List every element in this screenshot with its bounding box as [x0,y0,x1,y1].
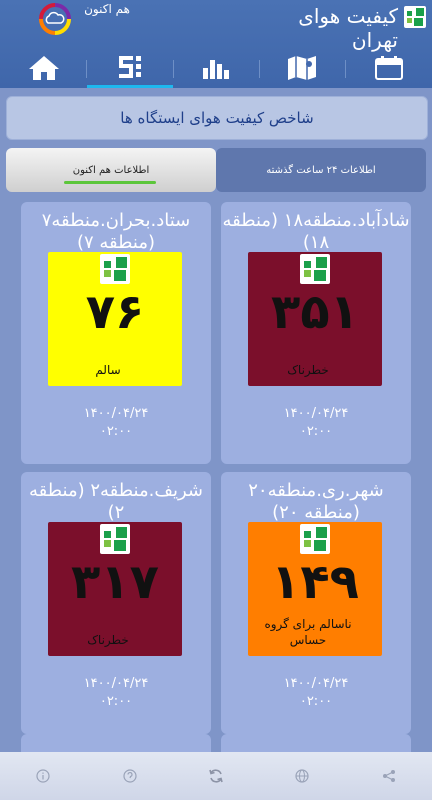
bar-chart-icon [203,60,229,79]
toggle-now-label: اطلاعات هم اکنون [72,164,150,176]
tab-stations[interactable] [87,48,173,88]
refresh-button[interactable] [173,768,259,784]
app-title: کیفیت هوای تهران [298,4,398,52]
section-title: شاخص کیفیت هوای ایستگاه ها [6,96,428,140]
website-button[interactable] [259,769,345,783]
tab-calendar[interactable] [346,48,432,88]
station-time: ۰۲:۰۰ [99,424,133,439]
toggle-now[interactable]: اطلاعات هم اکنون [6,148,216,192]
info-icon [36,769,50,783]
share-button[interactable] [346,769,432,783]
toggle-past-24h[interactable]: اطلاعات ۲۴ ساعت گذشته [216,148,426,192]
station-time: ۰۲:۰۰ [299,694,333,709]
station-card[interactable]: شریف.منطقه۲ (منطقه ۲) ۳۱۷ خطرناک ۱۴۰۰/۰۴… [21,472,211,734]
station-card[interactable]: شادآباد.منطقه۱۸ (منطقه ۱۸) ۳۵۱ خطرناک ۱۴… [221,202,411,464]
station-date: ۱۴۰۰/۰۴/۲۴ [83,676,149,691]
aqi-status: خطرناک [87,633,129,647]
aqi-status: ناسالم برای گروه حساس [264,617,352,647]
now-label: هم اکنون [84,2,130,16]
aqi-logo-icon [300,524,330,554]
station-time: ۰۲:۰۰ [299,424,333,439]
help-button[interactable] [86,769,172,783]
aqi-value: ۷۶ [85,284,145,340]
station-name: شادآباد.منطقه۱۸ (منطقه ۱۸) [222,210,410,253]
station-card[interactable]: ستاد.بحران.منطقه۷ (منطقه ۷) ۷۶ سالم ۱۴۰۰… [21,202,211,464]
station-date: ۱۴۰۰/۰۴/۲۴ [83,406,149,421]
station-name: شهر.ری.منطقه۲۰ (منطقه ۲۰) [248,480,384,523]
aqi-logo-icon [300,254,330,284]
calendar-icon [375,56,403,80]
globe-icon [295,769,309,783]
stations-list-icon [119,56,141,78]
aqi-value: ۳۱۷ [71,554,159,610]
weather-cloud-icon [39,3,71,35]
aqi-box: ۱۴۹ ناسالم برای گروه حساس [248,522,382,656]
station-name: شریف.منطقه۲ (منطقه ۲) [29,480,203,523]
bottom-toolbar [0,752,432,800]
aqi-value: ۱۴۹ [271,554,359,610]
aqi-status: خطرناک [287,363,329,377]
aqi-box: ۳۵۱ خطرناک [248,252,382,386]
refresh-icon [209,769,223,783]
aqi-box: ۷۶ سالم [48,252,182,386]
toggle-past-24h-label: اطلاعات ۲۴ ساعت گذشته [266,164,376,176]
home-icon [29,56,59,80]
aqi-box: ۳۱۷ خطرناک [48,522,182,656]
aqi-logo-icon [100,254,130,284]
station-date: ۱۴۰۰/۰۴/۲۴ [283,676,349,691]
station-date: ۱۴۰۰/۰۴/۲۴ [283,406,349,421]
toggle-now-underline [64,181,156,184]
tab-home[interactable] [1,48,87,88]
app-logo-icon [404,6,426,28]
map-icon [288,56,316,80]
app-header: کیفیت هوای تهران هم اکنون [0,0,432,88]
help-icon [122,769,137,783]
aqi-value: ۳۵۱ [271,284,359,340]
station-name: ستاد.بحران.منطقه۷ (منطقه ۷) [41,210,191,253]
station-time: ۰۲:۰۰ [99,694,133,709]
tab-bar [0,48,432,88]
tab-charts[interactable] [173,48,259,88]
aqi-logo-icon [100,524,130,554]
station-card[interactable]: شهر.ری.منطقه۲۰ (منطقه ۲۰) ۱۴۹ ناسالم برا… [221,472,411,734]
share-icon [382,770,395,782]
info-button[interactable] [0,769,86,783]
tab-map[interactable] [259,48,345,88]
aqi-status: سالم [95,363,121,377]
current-air-widget[interactable]: هم اکنون [38,2,130,40]
